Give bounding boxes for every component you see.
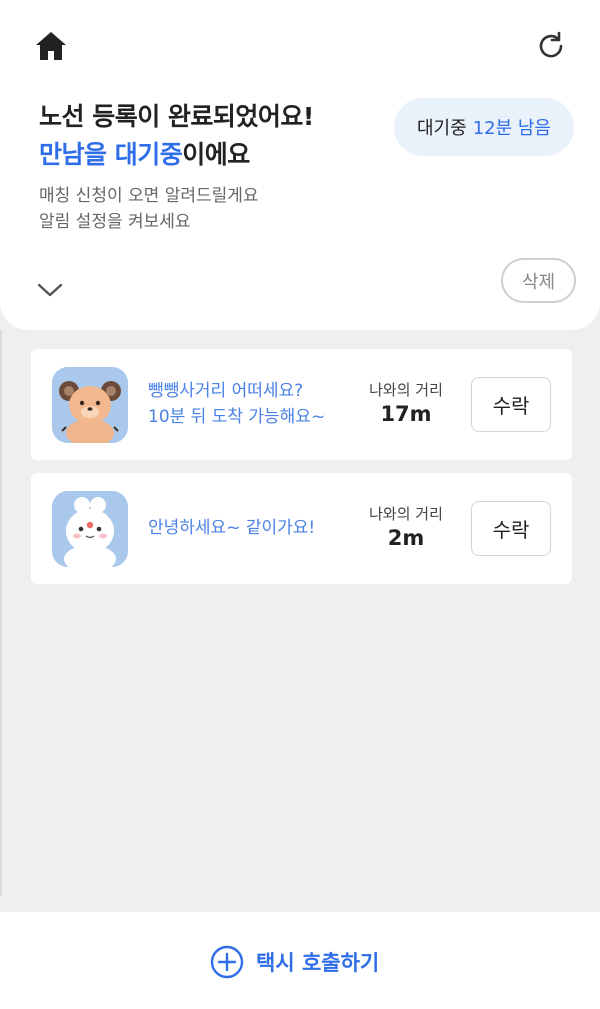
distance-value: 17m (380, 402, 432, 426)
divider (0, 330, 2, 896)
delete-button[interactable]: 삭제 (501, 258, 576, 303)
bottom-bar: 택시 호출하기 (0, 912, 600, 1009)
message-line-2: 10분 뒤 도착 가능해요~ (148, 407, 326, 427)
distance-label: 나와의 거리 (369, 381, 443, 399)
status-panel: 노선 등록이 완료되었어요! 만남을 대기중이에요 대기중 12분 남음 매칭 … (0, 0, 600, 330)
title-accent: 만남을 대기중 (39, 140, 183, 169)
wait-label: 대기중 (417, 118, 467, 139)
waiting-status-badge: 대기중 12분 남음 (394, 98, 574, 156)
accept-button[interactable]: 수락 (471, 377, 551, 432)
message-line-1: 뺑뺑사거리 어떠세요? (148, 381, 304, 401)
distance-info: 나와의 거리 2m (356, 503, 456, 550)
request-card: 뺑뺑사거리 어떠세요? 10분 뒤 도착 가능해요~ 나와의 거리 17m 수락 (31, 349, 572, 460)
subtitle: 매칭 신청이 오면 알려드릴게요 알림 설정을 켜보세요 (39, 183, 259, 235)
request-message: 안녕하세요~ 같이가요! (148, 515, 315, 541)
title-line-2: 만남을 대기중이에요 (39, 136, 314, 174)
plus-circle-icon (210, 945, 244, 979)
home-icon[interactable] (32, 27, 70, 65)
subtitle-line-2: 알림 설정을 켜보세요 (39, 212, 191, 232)
distance-value: 2m (387, 526, 425, 550)
call-taxi-button[interactable]: 택시 호출하기 (210, 944, 379, 980)
chevron-down-icon[interactable] (36, 276, 64, 304)
distance-label: 나와의 거리 (369, 505, 443, 523)
refresh-icon[interactable] (532, 27, 570, 65)
request-message: 뺑뺑사거리 어떠세요? 10분 뒤 도착 가능해요~ (148, 378, 325, 430)
title-suffix: 이에요 (182, 140, 250, 169)
bunny-avatar (52, 491, 128, 567)
request-card: 안녕하세요~ 같이가요! 나와의 거리 2m 수락 (31, 473, 572, 584)
distance-info: 나와의 거리 17m (356, 379, 456, 426)
bear-avatar (52, 367, 128, 443)
accept-button[interactable]: 수락 (471, 501, 551, 556)
page-title: 노선 등록이 완료되었어요! 만남을 대기중이에요 (39, 98, 314, 174)
wait-remaining: 12분 남음 (472, 118, 551, 139)
message-line-1: 안녕하세요~ 같이가요! (148, 518, 316, 538)
title-line-1: 노선 등록이 완료되었어요! (39, 102, 314, 131)
call-taxi-label: 택시 호출하기 (256, 951, 380, 975)
subtitle-line-1: 매칭 신청이 오면 알려드릴게요 (39, 186, 259, 206)
